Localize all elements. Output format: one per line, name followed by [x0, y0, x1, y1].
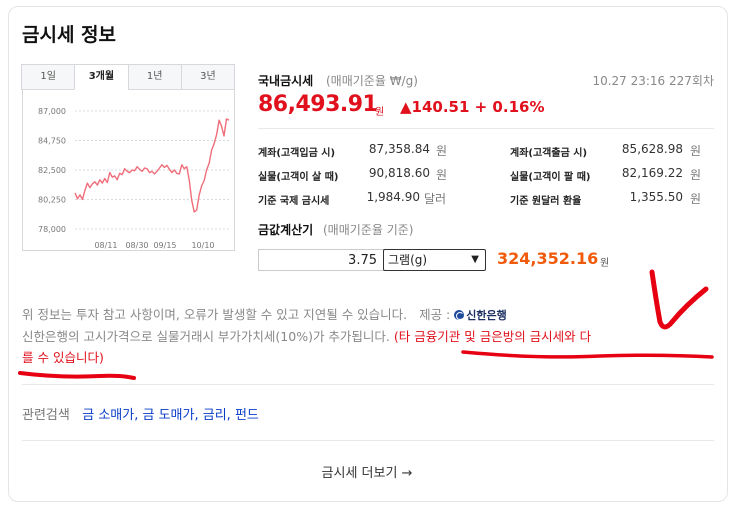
y-tick-label: 80,250 — [38, 196, 66, 205]
row-value: 1,984.90 — [366, 190, 420, 204]
more-link[interactable]: 금시세 더보기 → — [0, 462, 734, 481]
notice-line-1: 위 정보는 투자 참고 사항이며, 오류가 발생할 수 있고 지연될 수 있습니… — [22, 304, 712, 326]
divider — [22, 440, 714, 441]
related-searches: 관련검색 금 소매가, 금 도매가, 금리, 펀드 — [22, 404, 259, 423]
calculated-result: 324,352.16 — [497, 249, 599, 268]
result-won-unit: 원 — [600, 258, 610, 269]
price-won-unit: 원 — [375, 107, 385, 118]
period-tabs: 1일 3개월 1년 3년 — [21, 64, 235, 90]
notice-line-2: 신한은행의 고시가격으로 실물거래시 부가가치세(10%)가 추가됩니다. (타… — [22, 326, 712, 347]
price-change: ▲140.51 + 0.16% — [400, 98, 545, 116]
x-tick-label: 10/10 — [191, 241, 214, 250]
row-value: 90,818.60 — [368, 166, 430, 180]
unit-select-value: 그램(g) — [388, 253, 428, 267]
y-tick-label: 82,500 — [38, 166, 66, 175]
row-label: 계좌(고객출금 시) — [510, 148, 588, 159]
row-unit: 원 — [436, 168, 448, 182]
price-series-line — [74, 118, 230, 213]
y-tick-label: 78,000 — [38, 225, 66, 234]
provider-name[interactable]: 신한은행 — [466, 309, 506, 322]
row-unit: 원 — [436, 144, 448, 158]
row-label: 기준 원달러 환율 — [510, 196, 582, 207]
row-unit: 원 — [690, 144, 702, 158]
row-label: 계좌(고객입금 시) — [258, 148, 336, 159]
row-label: 기준 국제 금시세 — [258, 196, 330, 207]
related-link-interest[interactable]: 금리, — [203, 408, 231, 423]
row-value: 82,169.22 — [621, 166, 683, 180]
y-tick-label: 84,750 — [38, 137, 66, 146]
price-unit: (매매기준율 ₩/g) — [326, 74, 418, 88]
amount-input[interactable] — [258, 249, 384, 271]
divider — [22, 384, 714, 385]
related-label: 관련검색 — [22, 408, 70, 423]
notice-vat: 신한은행의 고시가격으로 실물거래시 부가가치세(10%)가 추가됩니다. — [22, 329, 394, 344]
notice-warning-part2: 를 수 있습니다 — [22, 350, 99, 365]
row-label: 실물(고객이 팔 때) — [510, 172, 591, 183]
row-value: 85,628.98 — [621, 142, 683, 156]
related-link-fund[interactable]: 펀드 — [235, 408, 259, 423]
tab-1year[interactable]: 1년 — [127, 64, 182, 90]
notice-text: 위 정보는 투자 참고 사항이며, 오류가 발생할 수 있고 지연될 수 있습니… — [22, 304, 712, 368]
provider-label: 제공 : — [419, 307, 451, 322]
x-tick-label: 08/30 — [125, 241, 148, 250]
divider — [258, 128, 714, 129]
tab-1day[interactable]: 1일 — [21, 64, 76, 90]
y-tick-label: 87,000 — [38, 107, 66, 116]
x-tick-label: 09/15 — [153, 241, 176, 250]
notice-warning-part1: (타 금융기관 및 금은방의 금시세와 다 — [393, 329, 592, 344]
price-timestamp: 10.27 23:16 227회차 — [592, 74, 714, 88]
price-line-chart: 87,000 84,750 82,500 80,250 78,000 08/11 08/30… — [38, 107, 230, 250]
related-link-wholesale[interactable]: 금 도매가, — [143, 408, 199, 423]
related-link-retail[interactable]: 금 소매가, — [82, 408, 138, 423]
row-label: 실물(고객이 살 때) — [258, 172, 339, 183]
row-unit: 달러 — [424, 192, 447, 206]
notice-warning-end: ) — [98, 350, 104, 365]
tab-3years[interactable]: 3년 — [180, 64, 235, 90]
row-unit: 원 — [690, 168, 702, 182]
row-value: 87,358.84 — [368, 142, 430, 156]
page-title: 금시세 정보 — [22, 24, 117, 46]
tab-3months[interactable]: 3개월 — [74, 64, 129, 90]
calculator-label: 금값계산기 — [258, 223, 314, 237]
chevron-down-icon: ▼ — [471, 254, 479, 265]
notice-disclaimer: 위 정보는 투자 참고 사항이며, 오류가 발생할 수 있고 지연될 수 있습니… — [22, 307, 408, 322]
current-price: 86,493.91 — [258, 92, 378, 117]
calculator-sublabel: (매매기준율 기준) — [323, 223, 414, 237]
unit-select[interactable]: 그램(g) ▼ — [383, 249, 486, 271]
x-tick-label: 08/11 — [94, 241, 117, 250]
row-value: 1,355.50 — [629, 190, 683, 204]
row-unit: 원 — [690, 192, 702, 206]
price-label: 국내금시세 — [258, 74, 314, 88]
notice-line-3: 를 수 있습니다) — [22, 347, 712, 368]
shinhan-logo-icon — [454, 310, 465, 320]
